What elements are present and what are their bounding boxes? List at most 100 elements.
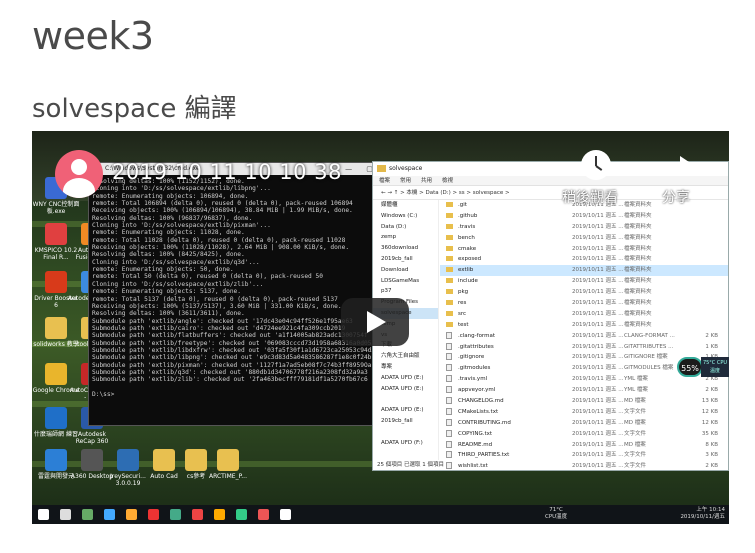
- taskbar-app-icon[interactable]: [280, 509, 291, 520]
- ribbon-tab[interactable]: 共用: [421, 178, 432, 184]
- cpu-temp-widget: 75°C CPU溫度: [701, 357, 729, 377]
- windows-taskbar[interactable]: 71°C CPU溫度 上午 10:14 2019/10/11/週五: [32, 505, 729, 524]
- file-date: 2019/10/11 週五 ...: [572, 408, 624, 415]
- share-icon[interactable]: [662, 150, 692, 180]
- taskbar-app-icon[interactable]: [170, 509, 181, 520]
- file-row[interactable]: bench 2019/10/11 週五 ... 檔案資料夾: [440, 233, 728, 244]
- file-row[interactable]: CONTRIBUTING.md 2019/10/11 週五 ... MD 檔案 12 …: [440, 418, 728, 429]
- taskbar-time: 上午 10:14: [696, 507, 725, 513]
- file-row[interactable]: .travis 2019/10/11 週五 ... 檔案資料夾: [440, 222, 728, 233]
- file-name: .git: [458, 202, 467, 208]
- ribbon-tab[interactable]: 檢視: [442, 178, 453, 184]
- file-name: THIRD_PARTIES.txt: [458, 452, 510, 459]
- nav-item[interactable]: 專案: [373, 362, 438, 373]
- file-row[interactable]: extlib 2019/10/11 週五 ... 檔案資料夾: [440, 265, 728, 277]
- shortcut-icon: [81, 449, 103, 471]
- watch-later-label[interactable]: 稍後觀看: [562, 187, 618, 207]
- taskbar-app-icon[interactable]: [60, 509, 71, 520]
- file-row[interactable]: appveyor.yml 2019/10/11 週五 ... YML 檔案 2 KB: [440, 385, 728, 396]
- nav-item[interactable]: [373, 394, 438, 405]
- nav-item[interactable]: ADATA UFD (F:): [373, 438, 438, 449]
- file-name: CONTRIBUTING.md: [458, 419, 511, 426]
- taskbar-clock[interactable]: 上午 10:14 2019/10/11/週五: [680, 507, 725, 521]
- cpu-gauge: 55%: [677, 357, 703, 377]
- file-row[interactable]: pkg 2019/10/11 週五 ... 檔案資料夾: [440, 287, 728, 298]
- file-size: 12 KB: [701, 419, 718, 426]
- file-row[interactable]: exposed 2019/10/11 週五 ... 檔案資料夾: [440, 254, 728, 265]
- nav-item[interactable]: 媒體櫃: [373, 200, 438, 211]
- file-date: 2019/10/11 週五 ...: [572, 343, 624, 350]
- file-row[interactable]: COPYING.txt 2019/10/11 週五 ... 文字文件 35 KB: [440, 429, 728, 440]
- play-button[interactable]: [341, 298, 409, 346]
- nav-item[interactable]: ADATA UFD (E:): [373, 373, 438, 384]
- file-name: CMakeLists.txt: [458, 408, 499, 415]
- folder-icon: [446, 245, 453, 251]
- file-list[interactable]: .git 2019/10/11 週五 ... 檔案資料夾 .github 2019/10…: [440, 200, 728, 470]
- nav-item[interactable]: 2019cb_fall: [373, 416, 438, 427]
- taskbar-app-icon[interactable]: [38, 509, 49, 520]
- cmd-window[interactable]: C:\Windows\System32\cmd.exe — ▢ ✕ Resolv…: [88, 162, 404, 426]
- taskbar-app-icon[interactable]: [192, 509, 203, 520]
- file-row[interactable]: .gitattributes 2019/10/11 週五 ... GITATTRIB…: [440, 342, 728, 353]
- taskbar-app-icon[interactable]: [236, 509, 247, 520]
- file-name: .gitattributes: [458, 343, 494, 350]
- nav-item[interactable]: ADATA UFD (E:): [373, 405, 438, 416]
- file-type: 文字文件: [624, 430, 647, 437]
- nav-item[interactable]: 360download: [373, 243, 438, 254]
- ribbon-tab[interactable]: 檔案: [379, 178, 390, 184]
- file-row[interactable]: include 2019/10/11 週五 ... 檔案資料夾: [440, 276, 728, 287]
- file-row[interactable]: test 2019/10/11 週五 ... 檔案資料夾: [440, 320, 728, 331]
- nav-item[interactable]: Data (D:): [373, 222, 438, 233]
- taskbar-app-icon[interactable]: [214, 509, 225, 520]
- nav-item[interactable]: p37: [373, 286, 438, 297]
- file-type: 檔案資料夾: [624, 321, 652, 328]
- file-row[interactable]: README.md 2019/10/11 週五 ... MD 檔案 8 KB: [440, 440, 728, 451]
- shortcut-icon: [117, 449, 139, 471]
- nav-item[interactable]: 2019cb_fall: [373, 254, 438, 265]
- nav-item[interactable]: [373, 427, 438, 438]
- nav-item[interactable]: Windows (C:): [373, 211, 438, 222]
- clock-icon[interactable]: [581, 150, 611, 180]
- file-date: 2019/10/11 週五 ...: [572, 398, 624, 405]
- video-title[interactable]: 2019 10 11 10 10 38: [112, 160, 342, 184]
- file-date: 2019/10/11 週五 ...: [572, 267, 624, 274]
- nav-item[interactable]: Download: [373, 265, 438, 276]
- file-name: exposed: [458, 256, 482, 263]
- nav-item[interactable]: ADATA UFD (E:): [373, 384, 438, 395]
- file-type: 檔案資料夾: [624, 300, 652, 307]
- desktop-shortcut[interactable]: ARCTIME_P...: [204, 449, 252, 480]
- file-size: 35 KB: [701, 430, 718, 437]
- file-type: YML 檔案: [624, 387, 648, 394]
- file-row[interactable]: .github 2019/10/11 週五 ... 檔案資料夾: [440, 211, 728, 222]
- nav-item[interactable]: 六角大王自由版: [373, 351, 438, 362]
- file-row[interactable]: cmake 2019/10/11 週五 ... 檔案資料夾: [440, 244, 728, 255]
- file-icon: [446, 386, 452, 394]
- share-label[interactable]: 分享: [662, 187, 690, 207]
- folder-icon: [446, 300, 453, 306]
- explorer-window[interactable]: solvespace 檔案 常用 共用 檢視 ← → ↑ > 本機 > Data (D…: [372, 161, 729, 471]
- taskbar-app-icon[interactable]: [82, 509, 93, 520]
- file-row[interactable]: CMakeLists.txt 2019/10/11 週五 ... 文字文件 12 KB: [440, 407, 728, 418]
- page-subheading: solvespace 編譯: [32, 94, 237, 124]
- file-row[interactable]: src 2019/10/11 週五 ... 檔案資料夾: [440, 309, 728, 320]
- file-size: 3 KB: [705, 452, 718, 459]
- channel-avatar[interactable]: [55, 150, 103, 198]
- file-icon: [446, 331, 452, 339]
- taskbar-app-icon[interactable]: [104, 509, 115, 520]
- file-name: pkg: [458, 289, 469, 296]
- file-date: 2019/10/11 週五 ...: [572, 223, 624, 230]
- taskbar-app-icon[interactable]: [258, 509, 269, 520]
- taskbar-app-icon[interactable]: [148, 509, 159, 520]
- nav-item[interactable]: LDSGameMas: [373, 276, 438, 287]
- file-row[interactable]: .clang-format 2019/10/11 週五 ... CLANG-FORM…: [440, 331, 728, 342]
- file-row[interactable]: THIRD_PARTIES.txt 2019/10/11 週五 ... 文字文件 3 …: [440, 450, 728, 461]
- file-name: COPYING.txt: [458, 430, 493, 437]
- file-type: MD 檔案: [624, 441, 646, 448]
- taskbar-app-icon[interactable]: [126, 509, 137, 520]
- ribbon-tab[interactable]: 常用: [400, 178, 411, 184]
- status-bar: 25 個項目 已選取 1 個項目: [377, 462, 444, 468]
- file-row[interactable]: CHANGELOG.md 2019/10/11 週五 ... MD 檔案 13 KB: [440, 396, 728, 407]
- file-row[interactable]: wishlist.txt 2019/10/11 週五 ... 文字文件 2 KB: [440, 461, 728, 472]
- nav-item[interactable]: zemp: [373, 232, 438, 243]
- file-row[interactable]: res 2019/10/11 週五 ... 檔案資料夾: [440, 298, 728, 309]
